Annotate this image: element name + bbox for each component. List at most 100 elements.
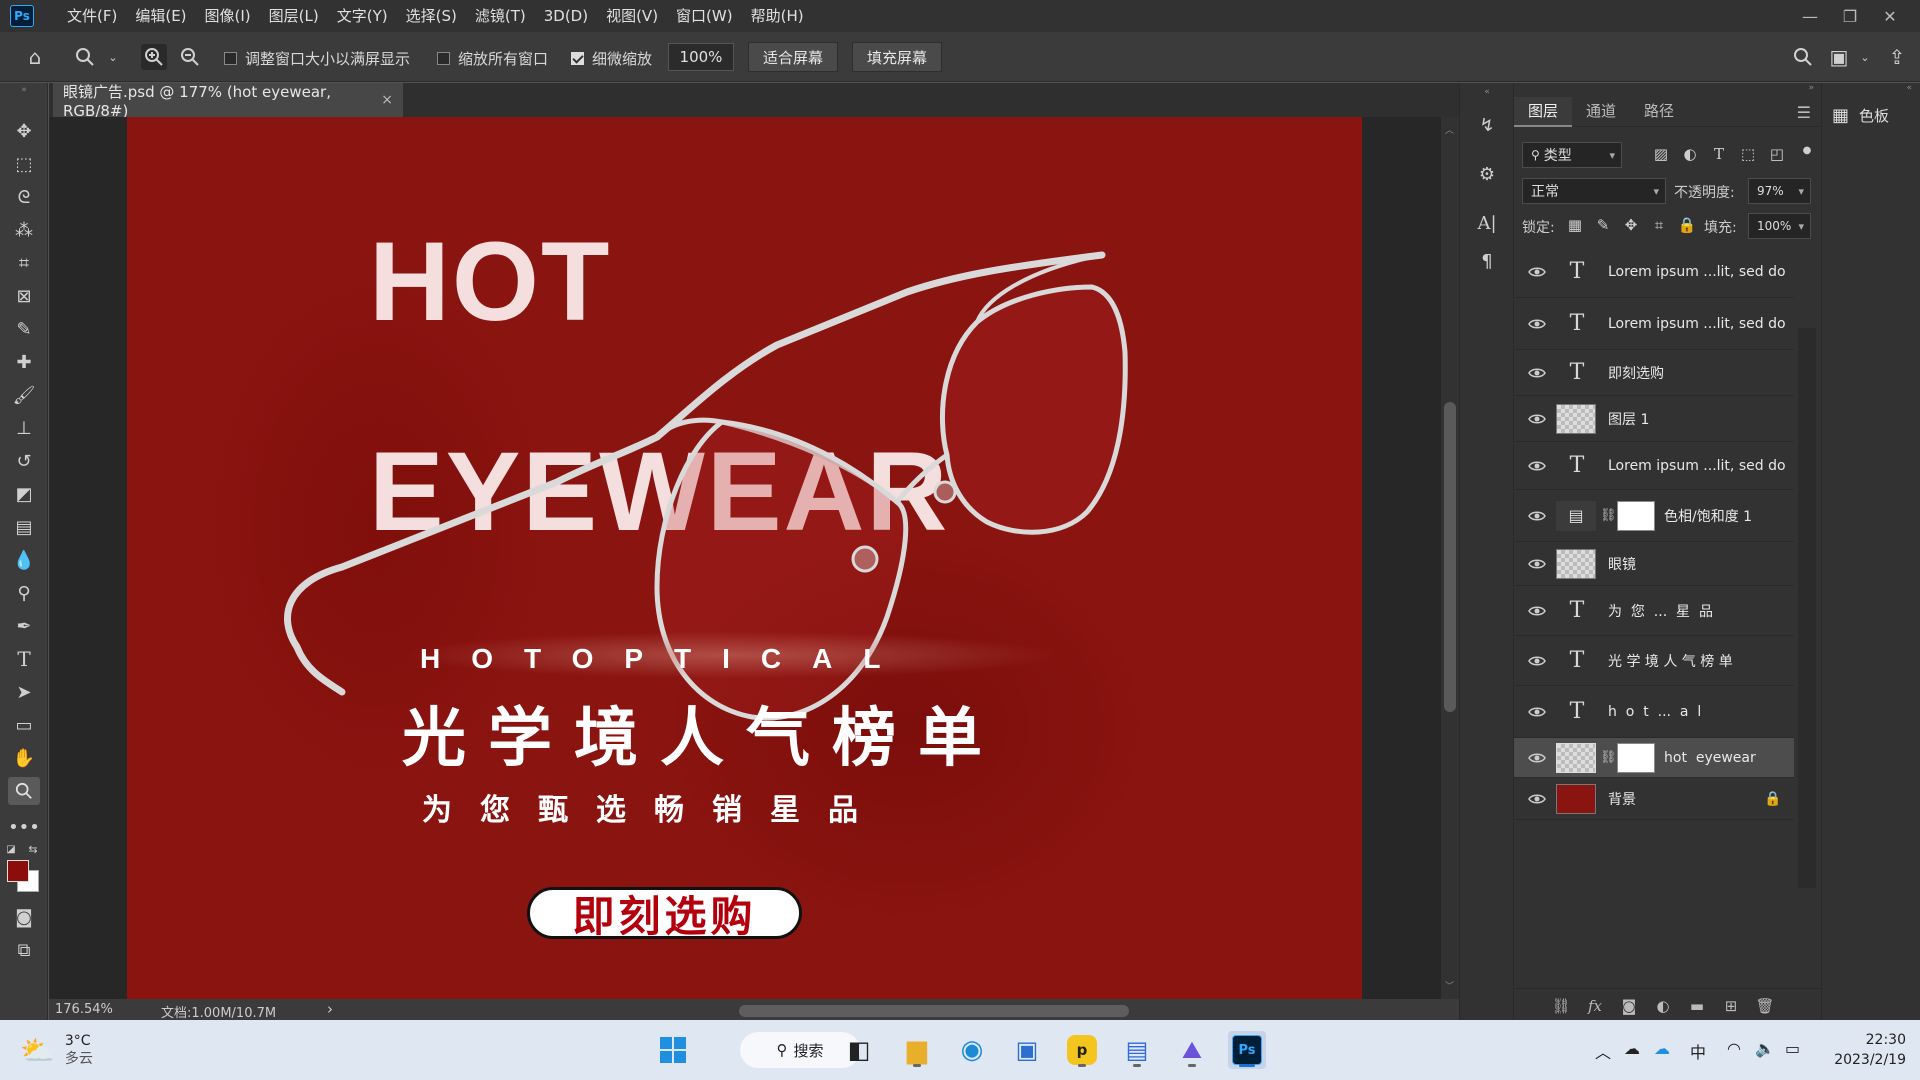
close-tab-icon[interactable]: × (381, 92, 393, 108)
zoom-percent-field[interactable]: 100% (668, 43, 734, 71)
scroll-down-icon[interactable]: ﹀ (1445, 979, 1454, 992)
restore-icon[interactable]: ❐ (1830, 7, 1870, 26)
cloud-icon[interactable]: ☁ (1624, 1039, 1640, 1058)
layer-row[interactable]: 图层 1 (1514, 396, 1794, 442)
photos-icon[interactable]: ⛰ (1173, 1031, 1211, 1069)
swatches-panel-button[interactable]: ▦ 色板 (1832, 105, 1889, 126)
eye-icon[interactable] (1526, 313, 1548, 335)
layer-row-selected[interactable]: ⛓ hot eyewear (1514, 738, 1794, 778)
brush-tool-icon[interactable]: 🖌 (8, 381, 40, 409)
menu-filter[interactable]: 滤镜(T) (466, 0, 535, 32)
eye-icon[interactable] (1526, 600, 1548, 622)
artboard[interactable]: HOT EYEWEAR HOTOPTICAL 光学境人气榜单 为您甄选畅销星品 … (127, 117, 1362, 999)
tab-layers[interactable]: 图层 (1514, 96, 1573, 127)
eye-icon[interactable] (1526, 650, 1548, 672)
foreground-color-swatch[interactable] (7, 860, 29, 882)
resize-windows-checkbox[interactable]: 调整窗口大小以满屏显示 (224, 48, 410, 69)
history-panel-icon[interactable]: ↯ (1473, 111, 1501, 139)
edge-icon[interactable]: ◉ (953, 1031, 991, 1069)
document-tab[interactable]: 眼镜广告.psd @ 177% (hot eyewear, RGB/8#) × (53, 83, 403, 120)
tab-channels[interactable]: 通道 (1572, 97, 1630, 127)
fill-field[interactable]: 100% ▾ (1748, 213, 1811, 239)
layer-row[interactable]: T 即刻选购 (1514, 350, 1794, 396)
search-icon[interactable] (1790, 44, 1816, 70)
quick-select-tool-icon[interactable]: ⁂ (8, 216, 40, 244)
eye-icon[interactable] (1526, 408, 1548, 430)
fill-screen-button[interactable]: 填充屏幕 (852, 42, 942, 72)
menu-window[interactable]: 窗口(W) (667, 0, 742, 32)
new-layer-icon[interactable]: ⊞ (1720, 995, 1742, 1017)
layer-row[interactable]: 背景 🔒 (1514, 778, 1794, 820)
swap-colors-icon[interactable]: ⇆ (26, 842, 40, 856)
link-layers-icon[interactable]: ⛓ (1550, 995, 1572, 1017)
zoom-all-windows-checkbox[interactable]: 缩放所有窗口 (437, 48, 548, 69)
gradient-tool-icon[interactable]: ▤ (8, 513, 40, 541)
menu-image[interactable]: 图像(I) (196, 0, 260, 32)
status-menu-arrow[interactable]: › (327, 1000, 333, 1018)
horizontal-scroll-thumb[interactable] (739, 1005, 1129, 1017)
new-adjustment-icon[interactable]: ◐ (1652, 995, 1674, 1017)
dodge-tool-icon[interactable]: ⚲ (8, 579, 40, 607)
eye-icon[interactable] (1526, 788, 1548, 810)
type-tool-icon[interactable]: T (8, 645, 40, 673)
store-icon[interactable]: ▣ (1008, 1031, 1046, 1069)
menu-type[interactable]: 文字(Y) (328, 0, 397, 32)
workspace-icon[interactable]: ▣ (1826, 44, 1852, 70)
eye-icon[interactable] (1526, 362, 1548, 384)
marquee-tool-icon[interactable]: ⬚ (8, 150, 40, 178)
app-yellow-icon[interactable]: p (1063, 1031, 1101, 1069)
menu-select[interactable]: 选择(S) (397, 0, 466, 32)
path-select-tool-icon[interactable]: ➤ (8, 678, 40, 706)
pen-tool-icon[interactable]: ✒ (8, 612, 40, 640)
photoshop-taskbar-icon[interactable]: Ps (1228, 1031, 1266, 1069)
home-icon[interactable]: ⌂ (22, 44, 48, 70)
task-view-icon[interactable]: ◧ (840, 1031, 878, 1069)
clone-stamp-tool-icon[interactable]: ⊥ (8, 414, 40, 442)
opacity-field[interactable]: 97% ▾ (1748, 178, 1811, 204)
chevron-down-icon[interactable]: ⌄ (100, 44, 126, 70)
hand-tool-icon[interactable]: ✋ (8, 744, 40, 772)
shape-filter-icon[interactable]: ⬚ (1737, 143, 1759, 165)
weather-widget[interactable]: ⛅ 3°C 多云 (20, 1032, 93, 1068)
tab-paths[interactable]: 路径 (1630, 97, 1688, 127)
minimize-icon[interactable]: — (1790, 7, 1830, 26)
lasso-tool-icon[interactable]: ᘓ (8, 183, 40, 211)
blend-mode-dropdown[interactable]: 正常 ▾ (1522, 178, 1666, 204)
start-button[interactable] (654, 1031, 692, 1069)
input-method-indicator[interactable]: 中 (1690, 1039, 1706, 1063)
lock-transparent-icon[interactable]: ▦ (1564, 214, 1586, 236)
layer-mask-thumbnail[interactable] (1617, 742, 1655, 773)
type-filter-icon[interactable]: T (1708, 143, 1730, 165)
lock-position-icon[interactable]: ✥ (1620, 214, 1642, 236)
layer-row[interactable]: T Lorem ipsum ...lit, sed do (1514, 298, 1794, 350)
lock-all-icon[interactable]: 🔒 (1676, 214, 1698, 236)
canvas-area[interactable]: HOT EYEWEAR HOTOPTICAL 光学境人气榜单 为您甄选畅销星品 … (49, 117, 1441, 999)
fx-icon[interactable]: fx (1584, 995, 1606, 1017)
clock[interactable]: 22:30 2023/2/19 (1822, 1030, 1906, 1070)
zoom-tool-icon[interactable] (72, 44, 98, 70)
file-explorer-icon[interactable]: ▆ (898, 1031, 936, 1069)
eye-icon[interactable] (1526, 261, 1548, 283)
vertical-scrollbar[interactable]: ︿ ﹀ (1441, 117, 1459, 999)
menu-edit[interactable]: 编辑(E) (126, 0, 195, 32)
filter-toggle-icon[interactable]: ● (1796, 139, 1818, 161)
collapse-toolbar-icon[interactable]: » (8, 85, 40, 95)
scroll-up-icon[interactable]: ︿ (1445, 123, 1454, 136)
workspace-chevron-icon[interactable]: ⌄ (1852, 44, 1878, 70)
tray-overflow-icon[interactable]: ︿ (1595, 1039, 1611, 1063)
collapse-swatches-icon[interactable]: « (1906, 83, 1912, 93)
layer-row[interactable]: 眼镜 (1514, 542, 1794, 586)
horizontal-scrollbar[interactable] (394, 1003, 1479, 1017)
quick-mask-icon[interactable]: ◙ (8, 903, 40, 931)
menu-help[interactable]: 帮助(H) (742, 0, 813, 32)
menu-view[interactable]: 视图(V) (597, 0, 667, 32)
screen-mode-icon[interactable]: ⧉ (8, 936, 40, 964)
zoom-out-icon[interactable] (177, 44, 203, 70)
eyedropper-tool-icon[interactable]: ✎ (8, 315, 40, 343)
blur-tool-icon[interactable]: 💧 (8, 546, 40, 574)
history-brush-tool-icon[interactable]: ↺ (8, 447, 40, 475)
delete-layer-icon[interactable]: 🗑 (1754, 995, 1776, 1017)
eye-icon[interactable] (1526, 747, 1548, 769)
smart-object-filter-icon[interactable]: ◰ (1766, 143, 1788, 165)
layer-mask-thumbnail[interactable] (1617, 500, 1655, 531)
